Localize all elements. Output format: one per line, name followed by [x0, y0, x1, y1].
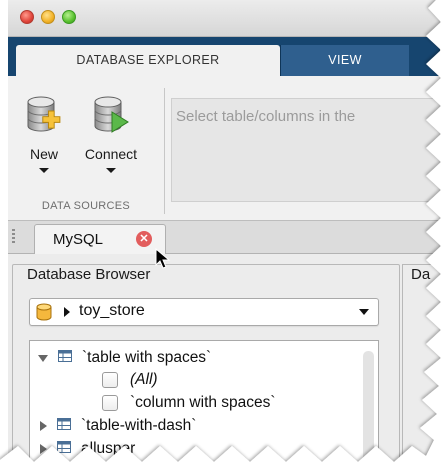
tab-mysql[interactable]: MySQL ✕	[34, 224, 166, 254]
right-panel-title: Da	[407, 266, 435, 283]
section-divider	[164, 88, 165, 214]
connect-database-icon	[91, 94, 131, 138]
toolstrip: New Connect DATA SOURCES Select table/co…	[8, 76, 440, 221]
connect-button-label: Connect	[84, 146, 138, 162]
tree-item-label: `table-with-dash`	[81, 417, 197, 435]
collapse-arrow-icon[interactable]	[38, 354, 48, 362]
checkbox[interactable]	[102, 394, 118, 411]
main-body: Database Browser toy_store `table with s…	[8, 254, 440, 475]
tree-item-label: `column with spaces`	[130, 394, 276, 411]
tab-close-icon[interactable]: ✕	[136, 231, 152, 247]
chevron-down-icon[interactable]	[359, 309, 369, 315]
vertical-scrollbar[interactable]	[363, 351, 374, 475]
app-window: DATABASE EXPLORER VIEW New Connect DATA …	[8, 0, 440, 475]
selection-prompt-text: Select table/columns in the	[176, 108, 356, 125]
zoom-window-icon[interactable]	[62, 10, 76, 24]
table-icon	[58, 349, 72, 367]
right-panel: Da	[402, 264, 440, 475]
expand-arrow-icon[interactable]	[40, 444, 47, 454]
tree-item-table[interactable]: `table with spaces`	[38, 349, 211, 371]
data-source-select[interactable]: toy_store	[29, 298, 379, 326]
title-bar	[8, 0, 440, 37]
expand-arrow-icon[interactable]	[64, 307, 70, 317]
tab-database-explorer[interactable]: DATABASE EXPLORER	[16, 45, 280, 76]
minimize-window-icon[interactable]	[41, 10, 55, 24]
chevron-down-icon[interactable]	[106, 168, 116, 173]
tree-item-label: allusper	[81, 440, 136, 458]
tab-mysql-label: MySQL	[53, 231, 104, 248]
drag-grip-icon[interactable]	[12, 229, 15, 245]
selection-prompt-panel: Select table/columns in the	[171, 98, 440, 202]
new-button-label: New	[29, 146, 58, 162]
table-icon	[57, 440, 71, 458]
database-browser-title: Database Browser	[23, 266, 155, 283]
tree-item-label: (All)	[130, 371, 158, 388]
data-sources-section-label: DATA SOURCES	[41, 200, 131, 212]
new-button[interactable]: New	[12, 94, 76, 173]
new-database-icon	[24, 94, 64, 138]
data-source-value: toy_store	[79, 302, 145, 319]
chevron-down-icon[interactable]	[39, 168, 49, 173]
connect-button[interactable]: Connect	[79, 94, 143, 173]
database-icon	[36, 303, 52, 324]
tree-item-table[interactable]: allusper	[38, 440, 135, 462]
mouse-pointer-icon	[155, 247, 171, 273]
expand-arrow-icon[interactable]	[40, 421, 47, 431]
document-tab-strip: MySQL ✕	[8, 221, 440, 254]
tree-item-column[interactable]: (All)	[102, 371, 158, 393]
tree-item-column[interactable]: `column with spaces`	[102, 394, 276, 416]
table-icon	[57, 417, 71, 435]
close-window-icon[interactable]	[20, 10, 34, 24]
tree-item-label: `table with spaces`	[82, 349, 212, 367]
tree-item-table[interactable]: `table-with-dash`	[38, 417, 196, 439]
tab-view[interactable]: VIEW	[280, 45, 409, 76]
table-tree: `table with spaces` (All) `column with s…	[29, 340, 379, 475]
checkbox[interactable]	[102, 371, 118, 388]
database-browser-panel: Database Browser toy_store `table with s…	[12, 264, 400, 475]
ribbon-tab-strip: DATABASE EXPLORER VIEW	[8, 37, 440, 76]
